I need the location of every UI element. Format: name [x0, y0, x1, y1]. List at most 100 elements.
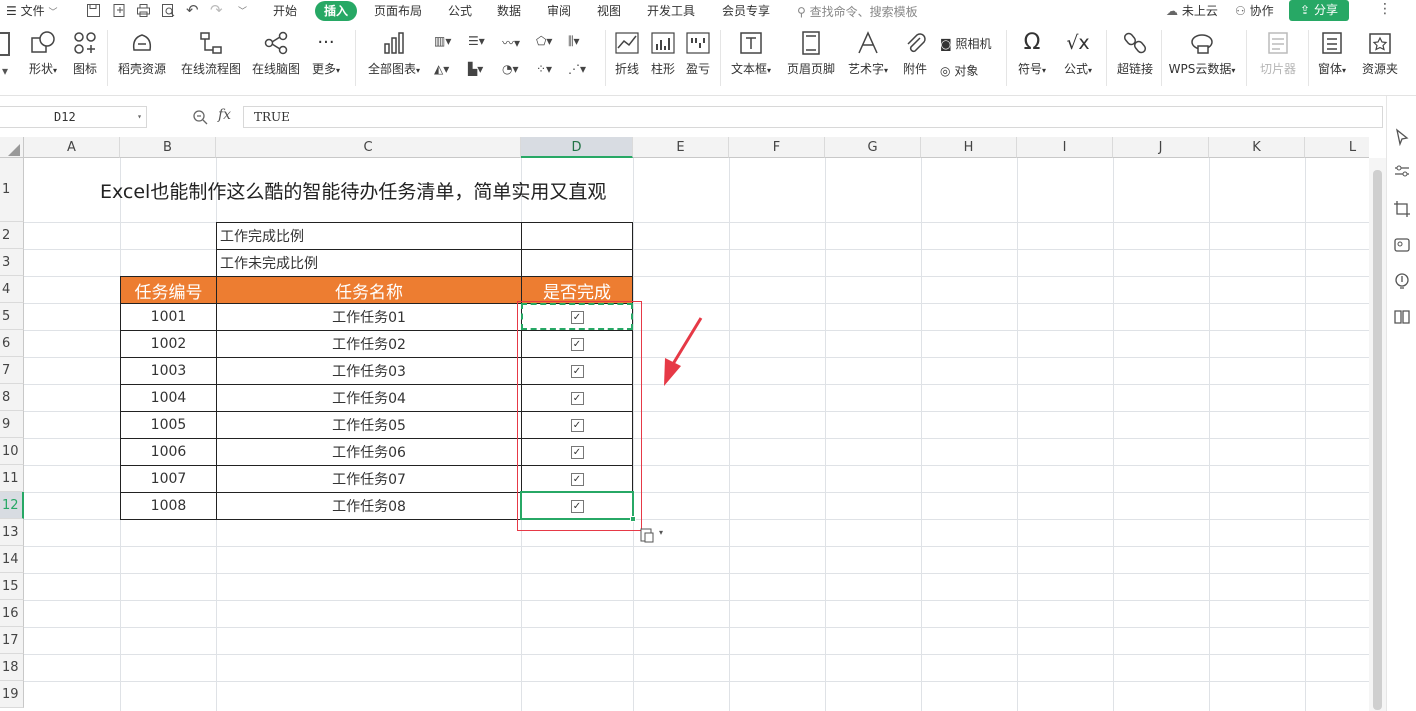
- task-id-cell[interactable]: 1001: [120, 303, 217, 331]
- scatter-chart-icon[interactable]: ⁘▾: [536, 62, 552, 76]
- row-header-7[interactable]: 7: [0, 357, 24, 384]
- redo-icon[interactable]: ↷: [210, 1, 223, 19]
- more-button[interactable]: ··· 更多▾: [308, 30, 344, 77]
- column-header-f[interactable]: F: [729, 137, 825, 158]
- vertical-scrollbar[interactable]: [1369, 158, 1386, 711]
- docer-resources-button[interactable]: 稻壳资源: [114, 30, 170, 77]
- stock-chart-icon[interactable]: ⫼▾: [568, 34, 580, 49]
- header-task-done[interactable]: 是否完成: [521, 276, 633, 304]
- tab-member[interactable]: 会员专享: [722, 3, 770, 19]
- scrollbar-thumb[interactable]: [1373, 170, 1382, 710]
- row-header-19[interactable]: 19: [0, 681, 24, 708]
- task-name-cell[interactable]: 工作任务01: [216, 303, 522, 331]
- undone-ratio-value[interactable]: [521, 249, 633, 277]
- sparkline-column-button[interactable]: 柱形: [648, 30, 678, 77]
- pie-chart-icon[interactable]: ◔▾: [502, 62, 519, 76]
- task-id-cell[interactable]: 1005: [120, 411, 217, 439]
- row-header-12[interactable]: 12: [0, 492, 24, 519]
- formula-button[interactable]: √x 公式▾: [1059, 30, 1097, 77]
- gallery-icon[interactable]: [1393, 236, 1411, 254]
- column-header-h[interactable]: H: [921, 137, 1017, 158]
- zoom-icon[interactable]: [192, 109, 208, 125]
- tab-data[interactable]: 数据: [497, 3, 521, 19]
- cloud-status[interactable]: ☁ 未上云: [1166, 3, 1218, 19]
- header-task-id[interactable]: 任务编号: [120, 276, 217, 304]
- mindmap-button[interactable]: 在线脑图: [250, 30, 302, 77]
- lightbulb-icon[interactable]: [1393, 272, 1411, 290]
- cursor-icon[interactable]: [1393, 128, 1411, 146]
- shape-button[interactable]: 形状▾: [24, 30, 62, 77]
- task-id-cell[interactable]: 1003: [120, 357, 217, 385]
- row-header-1[interactable]: 1: [0, 158, 24, 222]
- wps-cloud-data-button[interactable]: WPS云数据▾: [1166, 30, 1238, 77]
- undone-ratio-label[interactable]: 工作未完成比例: [216, 249, 522, 277]
- task-name-cell[interactable]: 工作任务08: [216, 492, 522, 520]
- area-chart-icon[interactable]: ◭▾: [434, 62, 449, 76]
- print-icon[interactable]: [136, 3, 151, 18]
- form-window-button[interactable]: 窗体▾: [1313, 30, 1351, 77]
- textbox-button[interactable]: 文本框▾: [728, 30, 774, 77]
- tab-view[interactable]: 视图: [597, 3, 621, 19]
- camera-button[interactable]: ◙ 照相机: [940, 35, 992, 52]
- resources-button[interactable]: 资源夹: [1360, 30, 1400, 77]
- task-name-cell[interactable]: 工作任务06: [216, 438, 522, 466]
- pivot-icon[interactable]: [0, 32, 10, 56]
- file-menu[interactable]: ☰ 文件 ﹀: [6, 3, 57, 21]
- all-charts-button[interactable]: 全部图表▾: [364, 30, 424, 77]
- undo-icon[interactable]: ↶: [186, 1, 199, 19]
- command-search[interactable]: ⚲ 查找命令、搜索模板: [797, 3, 918, 20]
- tab-insert[interactable]: 插入: [315, 1, 357, 21]
- row-header-9[interactable]: 9: [0, 411, 24, 438]
- row-header-13[interactable]: 13: [0, 519, 24, 546]
- task-id-cell[interactable]: 1007: [120, 465, 217, 493]
- save-icon[interactable]: [86, 3, 101, 18]
- task-id-cell[interactable]: 1002: [120, 330, 217, 358]
- export-icon[interactable]: [112, 3, 127, 18]
- task-id-cell[interactable]: 1006: [120, 438, 217, 466]
- object-button[interactable]: ◎ 对象: [940, 62, 978, 79]
- adjust-icon[interactable]: [1393, 162, 1411, 180]
- row-header-6[interactable]: 6: [0, 330, 24, 357]
- row-header-4[interactable]: 4: [0, 276, 24, 303]
- header-footer-button[interactable]: 页眉页脚: [785, 30, 837, 77]
- formula-input[interactable]: TRUE: [243, 106, 1383, 128]
- column-header-i[interactable]: I: [1017, 137, 1113, 158]
- task-name-cell[interactable]: 工作任务03: [216, 357, 522, 385]
- icon-button[interactable]: 图标: [69, 30, 101, 77]
- row-header-2[interactable]: 2: [0, 222, 24, 249]
- row-header-5[interactable]: 5: [0, 303, 24, 330]
- row-header-8[interactable]: 8: [0, 384, 24, 411]
- sparkline-winloss-button[interactable]: 盈亏: [683, 30, 713, 77]
- column-header-e[interactable]: E: [633, 137, 729, 158]
- collab-button[interactable]: ⚇ 协作: [1235, 3, 1274, 19]
- done-ratio-label[interactable]: 工作完成比例: [216, 222, 522, 250]
- tab-formulas[interactable]: 公式: [448, 3, 472, 19]
- row-header-14[interactable]: 14: [0, 546, 24, 573]
- more-options-icon[interactable]: ⋮: [1378, 1, 1392, 17]
- column-header-a[interactable]: A: [24, 137, 120, 158]
- row-header-10[interactable]: 10: [0, 438, 24, 465]
- column-header-b[interactable]: B: [120, 137, 216, 158]
- other-chart-icon[interactable]: ⋰▾: [568, 62, 586, 76]
- paste-options-button[interactable]: ▾: [639, 527, 669, 545]
- row-header-3[interactable]: 3: [0, 249, 24, 276]
- share-button[interactable]: ⇪ 分享: [1289, 0, 1349, 21]
- combo-chart-icon[interactable]: ▙▾: [468, 62, 483, 76]
- task-id-cell[interactable]: 1008: [120, 492, 217, 520]
- column-header-l[interactable]: L: [1305, 137, 1369, 158]
- column-chart-icon[interactable]: ▥▾: [434, 34, 451, 48]
- done-ratio-value[interactable]: [521, 222, 633, 250]
- tab-page-layout[interactable]: 页面布局: [374, 3, 422, 19]
- hyperlink-button[interactable]: 超链接: [1114, 30, 1156, 77]
- quick-access-dropdown-icon[interactable]: ﹀: [238, 4, 247, 17]
- task-name-cell[interactable]: 工作任务04: [216, 384, 522, 412]
- column-header-d[interactable]: D: [521, 137, 633, 158]
- line-chart-icon[interactable]: 〰▾: [502, 34, 520, 51]
- column-header-c[interactable]: C: [216, 137, 521, 158]
- tab-home[interactable]: 开始: [273, 3, 297, 19]
- crop-icon[interactable]: [1393, 200, 1411, 218]
- column-header-j[interactable]: J: [1113, 137, 1209, 158]
- row-header-16[interactable]: 16: [0, 600, 24, 627]
- fx-icon[interactable]: fx: [218, 107, 231, 123]
- tab-developer[interactable]: 开发工具: [647, 3, 695, 19]
